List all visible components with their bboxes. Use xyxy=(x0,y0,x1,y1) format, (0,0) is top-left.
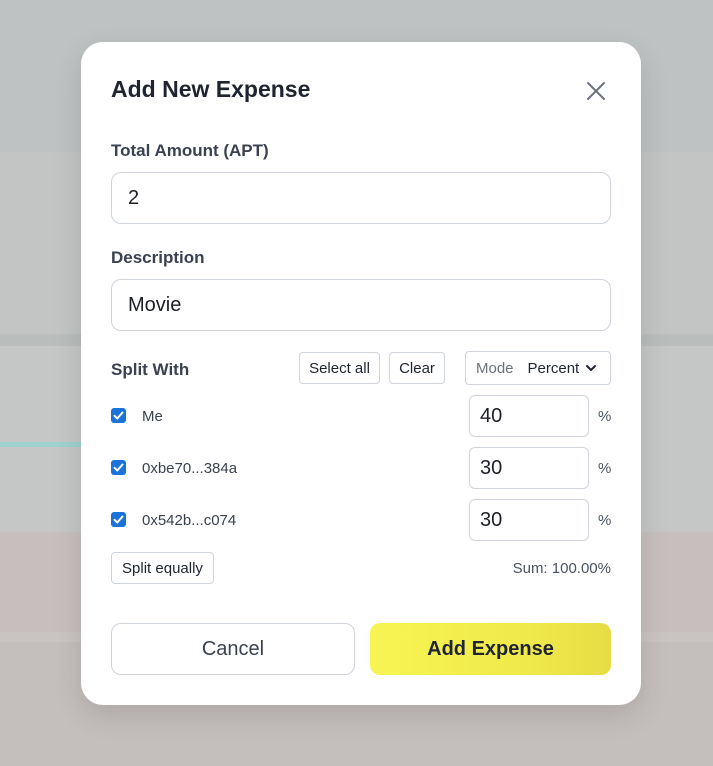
split-equally-button[interactable]: Split equally xyxy=(111,552,214,584)
add-expense-button[interactable]: Add Expense xyxy=(370,623,611,675)
member-checkbox-0xbe70[interactable] xyxy=(111,460,126,475)
amount-label: Total Amount (APT) xyxy=(111,141,269,160)
description-input[interactable] xyxy=(111,279,611,331)
mode-dropdown[interactable]: Percent xyxy=(528,360,599,377)
checkmark-icon xyxy=(113,411,124,420)
clear-button[interactable]: Clear xyxy=(389,352,445,384)
description-label: Description xyxy=(111,248,205,267)
mode-selector: Mode Percent xyxy=(465,351,611,385)
modal-title: Add New Expense xyxy=(111,76,311,102)
percent-unit: % xyxy=(598,408,612,425)
mode-label: Mode xyxy=(476,359,514,377)
percent-unit: % xyxy=(598,512,612,529)
amount-input[interactable] xyxy=(111,172,611,224)
select-all-button[interactable]: Select all xyxy=(299,352,380,384)
mode-value: Percent xyxy=(527,359,580,377)
member-checkbox-me[interactable] xyxy=(111,408,126,423)
member-name: Me xyxy=(142,408,163,425)
backdrop-accent-line xyxy=(0,442,82,447)
member-name: 0xbe70...384a xyxy=(142,460,238,477)
add-expense-modal: Add New Expense Total Amount (APT) Descr… xyxy=(81,42,641,705)
member-name: 0x542b...c074 xyxy=(142,512,237,529)
chevron-down-icon xyxy=(586,365,597,371)
close-icon xyxy=(587,82,605,100)
member-percent-input[interactable] xyxy=(469,499,589,541)
cancel-button[interactable]: Cancel xyxy=(111,623,355,675)
member-percent-input[interactable] xyxy=(469,447,589,489)
member-checkbox-0x542b[interactable] xyxy=(111,512,126,527)
percent-sum: Sum: 100.00% xyxy=(512,560,611,577)
close-button[interactable] xyxy=(581,76,611,106)
member-percent-input[interactable] xyxy=(469,395,589,437)
checkmark-icon xyxy=(113,515,124,524)
checkmark-icon xyxy=(113,463,124,472)
percent-unit: % xyxy=(598,460,612,477)
split-with-label: Split With xyxy=(111,360,190,379)
